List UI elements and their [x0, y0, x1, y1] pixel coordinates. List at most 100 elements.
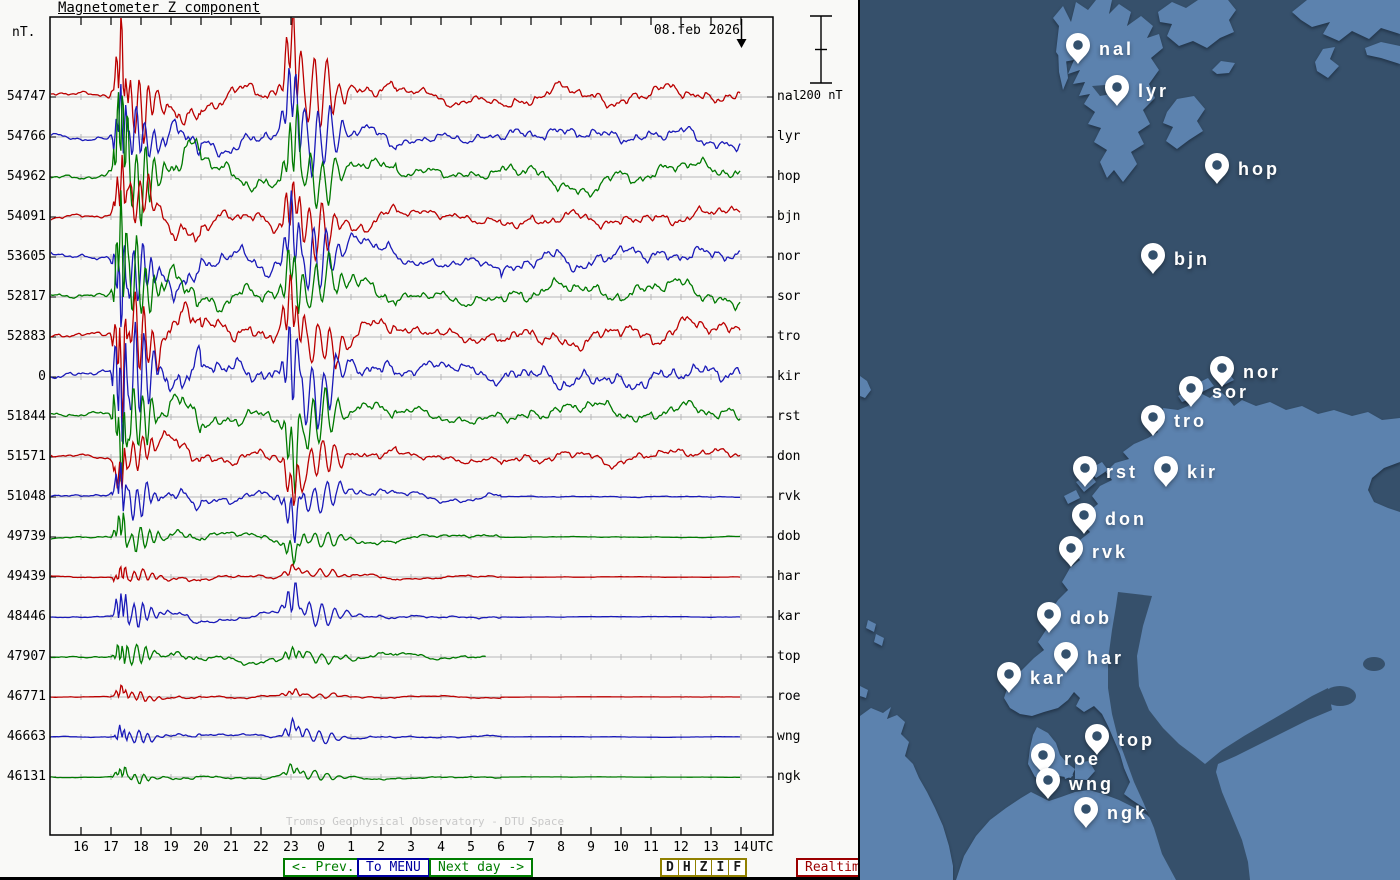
component-button-f[interactable]: F	[729, 860, 745, 875]
pin-hole	[1186, 383, 1196, 393]
y-axis-label-ngk: 46131	[6, 769, 46, 784]
y-axis-label-kir: 0	[38, 369, 46, 384]
landmass	[1315, 47, 1339, 78]
station-label-bjn: bjn	[777, 209, 801, 224]
observatory-watermark: Tromso Geophysical Observatory - DTU Spa…	[285, 815, 565, 828]
trace-har	[51, 563, 741, 584]
scale-bar	[810, 15, 832, 84]
station-label-rvk: rvk	[777, 489, 801, 504]
x-tick-label-10: 10	[613, 840, 629, 855]
map-pin-label-sor: sor	[1212, 382, 1249, 402]
x-tick-label-2: 2	[377, 840, 385, 855]
component-button-z[interactable]: Z	[696, 860, 713, 875]
y-axis-label-har: 49439	[6, 569, 46, 584]
page-title: Magnetometer Z component	[58, 0, 261, 16]
map-pin-label-dob: dob	[1070, 608, 1112, 628]
landmass	[860, 707, 953, 880]
next-day-button[interactable]: Next day ->	[429, 858, 534, 877]
pin-hole	[1079, 510, 1089, 520]
pin-hole	[1212, 160, 1222, 170]
trace-kar	[51, 582, 741, 628]
map-pin-label-kar: kar	[1030, 668, 1066, 688]
x-tick-label-13: 13	[703, 840, 719, 855]
pin-hole	[1148, 250, 1158, 260]
pin-hole	[1004, 669, 1014, 679]
map-pin-label-rvk: rvk	[1092, 542, 1128, 562]
lake	[1324, 686, 1356, 706]
map-pin-label-lyr: lyr	[1138, 81, 1169, 101]
station-label-nor: nor	[777, 249, 801, 264]
x-tick-label-12: 12	[673, 840, 689, 855]
map-pin-label-nal: nal	[1099, 39, 1134, 59]
station-label-rst: rst	[777, 409, 801, 424]
landmass	[860, 376, 871, 398]
y-axis-label-bjn: 54091	[6, 209, 46, 224]
landmass	[874, 634, 884, 646]
y-axis-label-wng: 46663	[6, 729, 46, 744]
landmass	[1292, 0, 1400, 41]
trace-rst	[51, 387, 741, 494]
x-tick-label-20: 20	[193, 840, 209, 855]
pin-hole	[1066, 543, 1076, 553]
x-tick-label-14: 14	[733, 840, 749, 855]
magnetometer-app: Magnetometer Z component nT. 08.feb 2026…	[0, 0, 1400, 880]
to-menu-button[interactable]: To MENU	[357, 858, 430, 877]
component-button-d[interactable]: D	[662, 860, 679, 875]
y-axis-label-nal: 54747	[6, 89, 46, 104]
pin-hole	[1148, 412, 1158, 422]
station-label-dob: dob	[777, 529, 801, 544]
magnetogram-plot	[49, 15, 832, 836]
trace-roe	[51, 684, 741, 702]
x-tick-label-16: 16	[73, 840, 89, 855]
trace-bjn	[51, 154, 741, 263]
x-tick-label-4: 4	[437, 840, 445, 855]
pin-hole	[1112, 82, 1122, 92]
pin-hole	[1043, 775, 1053, 785]
pin-hole	[1038, 750, 1048, 760]
baselines	[50, 94, 773, 780]
pin-hole	[1080, 463, 1090, 473]
component-button-i[interactable]: I	[712, 860, 730, 875]
y-axis-label-hop: 54962	[6, 169, 46, 184]
map-pin-label-wng: wng	[1068, 774, 1114, 794]
y-axis-label-top: 47907	[6, 649, 46, 664]
x-tick-label-19: 19	[163, 840, 179, 855]
x-tick-label-18: 18	[133, 840, 149, 855]
landmass	[1064, 490, 1080, 504]
station-label-top: top	[777, 649, 801, 664]
landmass	[1365, 42, 1400, 64]
landmass	[1163, 96, 1205, 149]
traces	[51, 18, 741, 785]
pin-hole	[1161, 463, 1171, 473]
component-button-h[interactable]: H	[679, 860, 696, 875]
map-pin-label-hop: hop	[1238, 159, 1280, 179]
x-tick-label-5: 5	[467, 840, 475, 855]
pin-hole	[1073, 40, 1083, 50]
y-axis-label-kar: 48446	[6, 609, 46, 624]
station-label-ngk: ngk	[777, 769, 801, 784]
station-label-sor: sor	[777, 289, 801, 304]
landmass	[866, 620, 876, 632]
trace-top	[51, 643, 486, 667]
trace-ngk	[51, 762, 741, 785]
pin-hole	[1044, 609, 1054, 619]
map-pin-hop[interactable]: hop	[1205, 153, 1280, 184]
landmass	[1158, 0, 1236, 48]
x-tick-label-1: 1	[347, 840, 355, 855]
trace-dob	[51, 512, 741, 567]
y-axis-unit: nT.	[12, 25, 36, 40]
y-axis-label-lyr: 54766	[6, 129, 46, 144]
landmass	[1212, 61, 1235, 74]
station-label-kir: kir	[777, 369, 801, 384]
pin-hole	[1061, 649, 1071, 659]
x-tick-label-8: 8	[557, 840, 565, 855]
station-label-tro: tro	[777, 329, 801, 344]
map-pin-bjn[interactable]: bjn	[1141, 243, 1210, 274]
station-label-lyr: lyr	[777, 129, 801, 144]
x-tick-label-23: 23	[283, 840, 299, 855]
map-pin-label-ngk: ngk	[1107, 803, 1148, 823]
x-tick-label-6: 6	[497, 840, 505, 855]
x-tick-label-21: 21	[223, 840, 239, 855]
map-pin-label-bjn: bjn	[1174, 249, 1210, 269]
station-label-nal: nal	[777, 89, 801, 104]
